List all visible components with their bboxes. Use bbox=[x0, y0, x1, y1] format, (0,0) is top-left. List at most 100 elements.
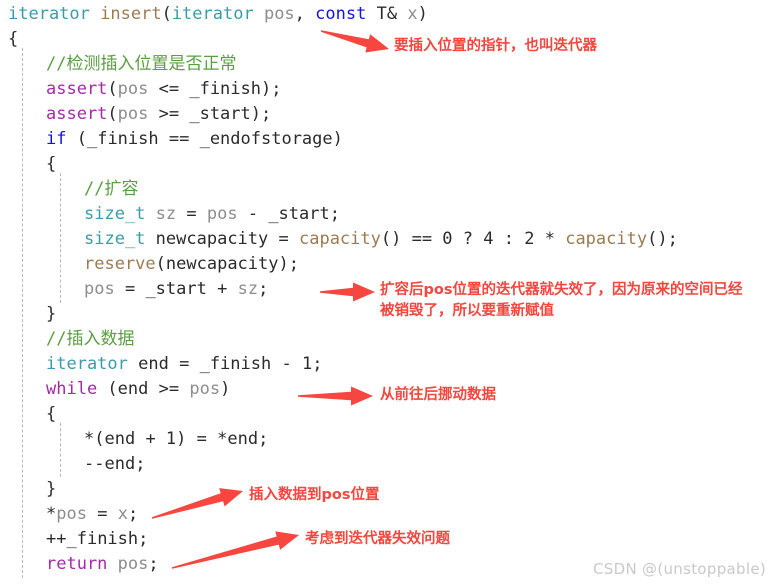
code-token: //扩容 bbox=[84, 179, 139, 199]
anno-iterator-invalidation: 考虑到迭代器失效问题 bbox=[305, 529, 450, 550]
anno-insert-at-pos: 插入数据到pos位置 bbox=[249, 485, 379, 506]
code-token: pos bbox=[117, 104, 149, 124]
code-line: return pos; bbox=[46, 552, 159, 577]
code-token: //检测插入位置是否正常 bbox=[46, 54, 237, 74]
code-token: ) bbox=[417, 4, 428, 24]
code-token: ; bbox=[148, 554, 159, 574]
anno-iterator-invalid: 扩容后pos位置的迭代器就失效了，因为原来的空间已经 被销毁了，所以要重新赋值 bbox=[380, 280, 742, 322]
code-token: *( bbox=[84, 429, 105, 449]
code-token: end bbox=[227, 429, 259, 449]
code-token: (); bbox=[647, 229, 678, 249]
code-line: *(end + 1) = *end; bbox=[84, 427, 268, 452]
annotation-text-line: 考虑到迭代器失效问题 bbox=[305, 531, 450, 547]
code-token: = bbox=[114, 279, 146, 299]
code-token: _finish bbox=[189, 79, 261, 99]
code-token: ++ bbox=[46, 529, 67, 549]
code-token: <= bbox=[148, 79, 190, 99]
code-token: while bbox=[46, 379, 98, 399]
code-line: *pos = x; bbox=[46, 502, 138, 527]
code-line: } bbox=[46, 302, 56, 327]
code-token: pos bbox=[117, 79, 149, 99]
code-token: iterator bbox=[171, 4, 254, 24]
code-token: + bbox=[135, 429, 166, 449]
code-token: ( bbox=[66, 129, 87, 149]
code-token: ) bbox=[220, 379, 231, 399]
code-token: - bbox=[271, 354, 302, 374]
code-token: : bbox=[493, 229, 525, 249]
code-line: { bbox=[46, 152, 56, 177]
code-token: 4 bbox=[483, 229, 494, 249]
code-token: >= bbox=[148, 379, 190, 399]
code-token: ( bbox=[107, 104, 118, 124]
code-token: _finish bbox=[86, 129, 159, 149]
code-token: + bbox=[206, 279, 238, 299]
code-token: ( bbox=[107, 79, 118, 99]
code-token: end bbox=[104, 429, 136, 449]
code-token: ? bbox=[452, 229, 484, 249]
code-line: { bbox=[46, 402, 56, 427]
code-token: ; bbox=[135, 454, 146, 474]
code-token: ); bbox=[261, 79, 282, 99]
code-token: ) = * bbox=[176, 429, 228, 449]
code-token: end bbox=[117, 379, 149, 399]
code-token: const bbox=[315, 4, 367, 24]
code-line: while (end >= pos) bbox=[46, 377, 230, 402]
code-token: { bbox=[8, 29, 19, 49]
code-line: //扩容 bbox=[84, 177, 138, 202]
code-token: pos bbox=[206, 204, 238, 224]
code-token: = bbox=[168, 354, 200, 374]
code-token: = bbox=[86, 504, 118, 524]
code-token: T bbox=[376, 4, 387, 24]
code-token: _start bbox=[268, 204, 330, 224]
code-token: end bbox=[104, 454, 136, 474]
code-line: assert(pos <= _finish); bbox=[46, 77, 281, 102]
code-token: >= bbox=[148, 104, 190, 124]
code-token: _finish bbox=[199, 354, 272, 374]
code-token: -- bbox=[84, 454, 105, 474]
code-token: == bbox=[158, 129, 200, 149]
code-token: ; bbox=[258, 279, 269, 299]
code-token: return bbox=[46, 554, 108, 574]
code-line: reserve(newcapacity); bbox=[84, 252, 299, 277]
code-token: _start bbox=[189, 104, 251, 124]
code-line: if (_finish == _endofstorage) bbox=[46, 127, 343, 152]
code-token: newcapacity bbox=[155, 229, 269, 249]
code-token: ; bbox=[329, 204, 340, 224]
code-token: - bbox=[237, 204, 269, 224]
annotation-text-line: 从前往后挪动数据 bbox=[380, 387, 496, 403]
code-token: () == bbox=[380, 229, 443, 249]
code-token: assert bbox=[46, 79, 108, 99]
code-token: //插入数据 bbox=[46, 329, 135, 349]
code-token: iterator bbox=[46, 354, 128, 374]
code-token: { bbox=[46, 154, 57, 174]
code-token: pos bbox=[189, 379, 221, 399]
code-token: ) bbox=[332, 129, 343, 149]
annotation-text-line: 要插入位置的指针，也叫迭代器 bbox=[394, 38, 597, 54]
code-token: size_t bbox=[84, 229, 146, 249]
annotation-text-line: 扩容后pos位置的迭代器就失效了，因为原来的空间已经 bbox=[380, 282, 743, 298]
code-token: _endofstorage bbox=[199, 129, 333, 149]
code-token: = bbox=[176, 204, 207, 224]
code-token: } bbox=[46, 479, 57, 499]
code-token: capacity bbox=[298, 229, 381, 249]
annotation-text-line: 插入数据到pos位置 bbox=[249, 487, 380, 503]
code-token: = bbox=[268, 229, 299, 249]
code-line: } bbox=[46, 477, 56, 502]
code-token: x bbox=[407, 4, 418, 24]
annotation-text-line: 被销毁了，所以要重新赋值 bbox=[380, 303, 554, 319]
code-screenshot: iterator insert(iterator pos, const T& x… bbox=[0, 0, 774, 584]
code-token: & bbox=[386, 4, 408, 24]
code-token: reserve bbox=[84, 254, 156, 274]
code-token: pos bbox=[117, 554, 149, 574]
code-line: //插入数据 bbox=[46, 327, 134, 352]
code-token: _finish bbox=[66, 529, 139, 549]
anno-pos-pointer: 要插入位置的指针，也叫迭代器 bbox=[394, 36, 597, 57]
code-token: 1 bbox=[165, 429, 177, 449]
code-line: { bbox=[8, 27, 18, 52]
csdn-watermark: CSDN @(unstoppable) bbox=[593, 560, 766, 578]
code-token: pos bbox=[56, 504, 87, 524]
code-token: ; bbox=[127, 504, 139, 524]
code-token: 2 bbox=[524, 229, 535, 249]
